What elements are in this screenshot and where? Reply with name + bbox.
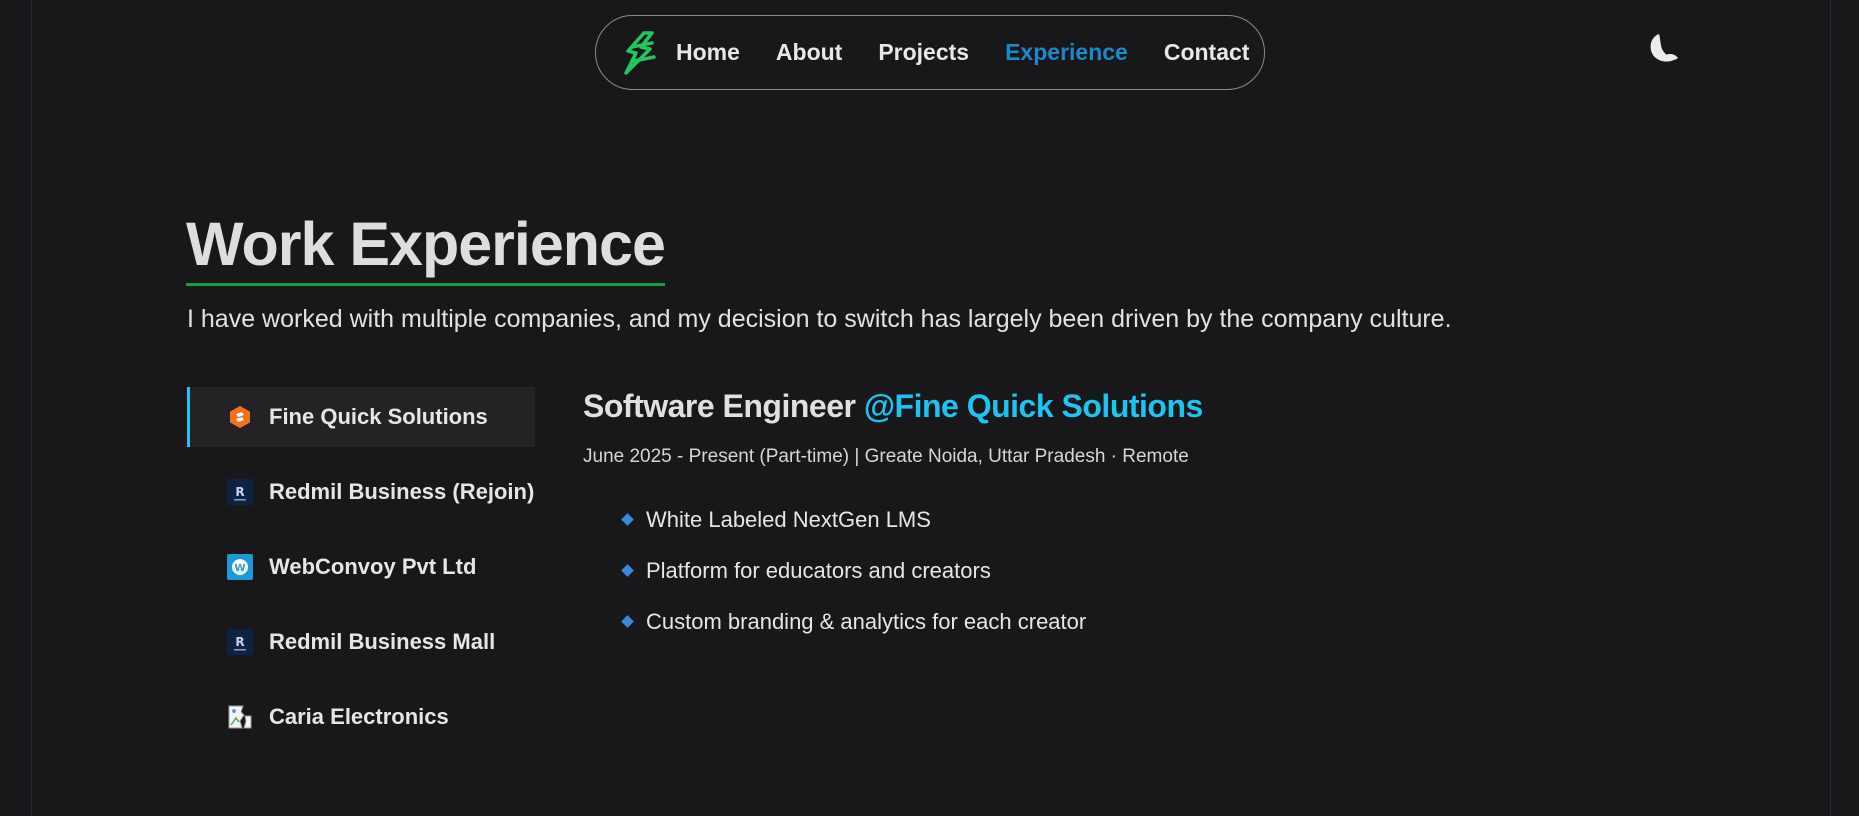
bullet-text: White Labeled NextGen LMS (646, 506, 931, 532)
company-tab-redmil-business-rejoin[interactable]: R Redmil Business (Rejoin) (187, 462, 535, 522)
diamond-bullet-icon (621, 615, 634, 628)
list-item: White Labeled NextGen LMS (621, 494, 1683, 545)
company-tab-fine-quick-solutions[interactable]: Fine Quick Solutions (187, 387, 535, 447)
company-tab-webconvoy[interactable]: W WebConvoy Pvt Ltd (187, 537, 535, 597)
nav-link-home[interactable]: Home (676, 39, 740, 66)
company-tab-redmil-business-mall[interactable]: R Redmil Business Mall (187, 612, 535, 672)
list-item: Platform for educators and creators (621, 545, 1683, 596)
page-title: Work Experience (186, 214, 666, 286)
lightning-logo-icon[interactable] (622, 30, 662, 75)
role-heading: Software Engineer @Fine Quick Solutions (583, 388, 1683, 425)
redmil-logo-icon: R (227, 479, 253, 505)
fine-quick-logo-icon (227, 404, 253, 430)
role-meta: June 2025 - Present (Part-time) | Greate… (583, 446, 1189, 467)
moon-icon[interactable] (1645, 31, 1681, 67)
diamond-bullet-icon (621, 513, 634, 526)
svg-text:R: R (235, 635, 244, 649)
company-list: Fine Quick Solutions R Redmil Business (… (187, 387, 535, 762)
role-title: Software Engineer (583, 388, 856, 424)
company-name: Fine Quick Solutions (269, 404, 488, 429)
nav-link-contact[interactable]: Contact (1164, 39, 1250, 66)
role-company: @Fine Quick Solutions (863, 388, 1203, 424)
company-name: Redmil Business Mall (269, 629, 496, 654)
diamond-bullet-icon (621, 564, 634, 577)
main-nav: Home About Projects Experience Contact (595, 15, 1265, 90)
right-divider (1830, 0, 1831, 816)
redmil-logo-icon: R (227, 629, 253, 655)
list-item: Custom branding & analytics for each cre… (621, 596, 1683, 647)
company-name: WebConvoy Pvt Ltd (269, 554, 477, 579)
bullet-text: Platform for educators and creators (646, 557, 991, 583)
company-name: Caria Electronics (269, 704, 449, 729)
role-bullets: White Labeled NextGen LMS Platform for e… (583, 494, 1683, 647)
page-subtitle: I have worked with multiple companies, a… (187, 305, 1452, 333)
page: Home About Projects Experience Contact W… (0, 0, 1859, 816)
experience-detail: Software Engineer @Fine Quick Solutions … (583, 388, 1683, 647)
company-tab-caria-electronics[interactable]: Caria Electronics (187, 687, 535, 747)
svg-text:W: W (234, 563, 245, 574)
left-divider (31, 0, 32, 816)
nav-link-experience[interactable]: Experience (1005, 39, 1128, 66)
company-name: Redmil Business (Rejoin) (269, 479, 535, 504)
nav-link-projects[interactable]: Projects (878, 39, 969, 66)
bullet-text: Custom branding & analytics for each cre… (646, 608, 1087, 634)
broken-image-icon (227, 704, 253, 730)
nav-link-about[interactable]: About (776, 39, 842, 66)
svg-text:R: R (235, 485, 244, 499)
webconvoy-logo-icon: W (227, 554, 253, 580)
